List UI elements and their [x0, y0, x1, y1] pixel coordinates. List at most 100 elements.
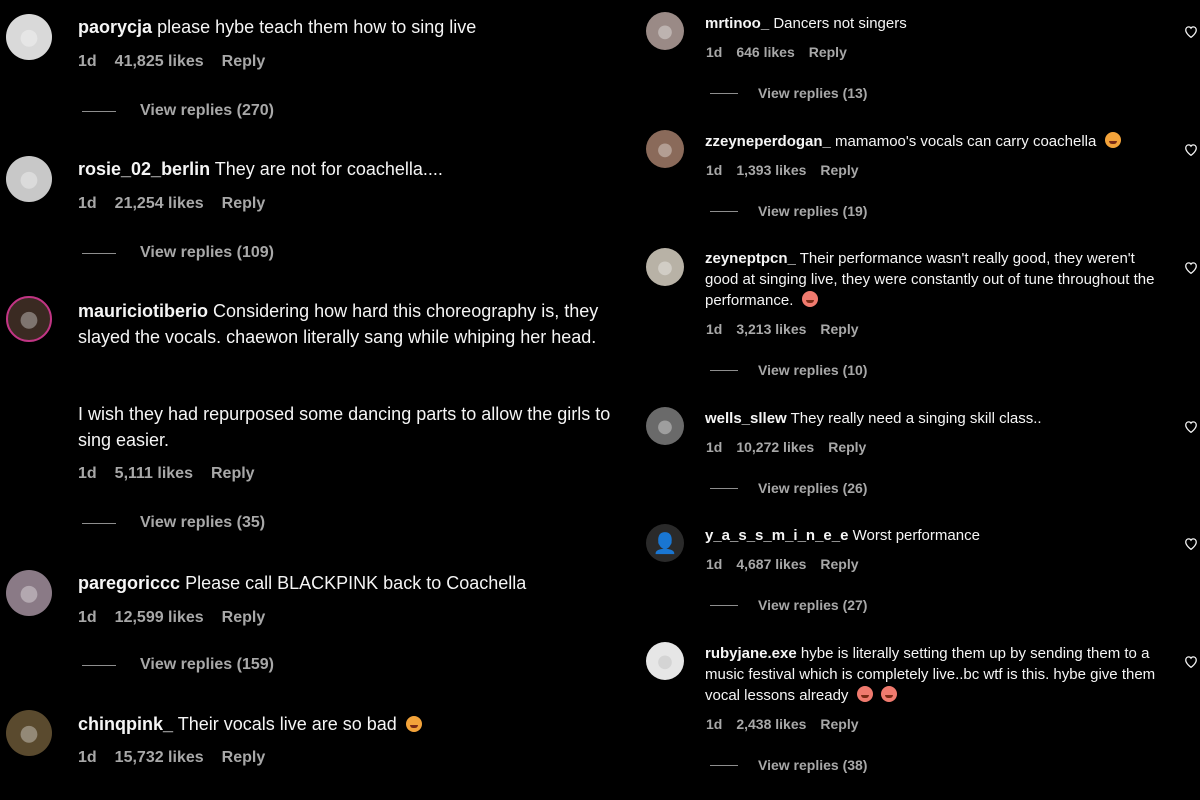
reply-button[interactable]: Reply: [820, 556, 858, 572]
view-replies-button[interactable]: View replies (13): [710, 85, 867, 101]
smiling-emoji-icon: [1104, 132, 1121, 148]
comment-username[interactable]: chinqpink_: [78, 714, 173, 734]
comment-username[interactable]: mauriciotiberio: [78, 301, 208, 321]
comment-username[interactable]: rosie_02_berlin: [78, 159, 210, 179]
user-icon: ●: [657, 650, 673, 672]
comment-meta: 1d 12,599 likes Reply: [78, 609, 265, 627]
avatar[interactable]: ●: [646, 12, 684, 50]
reply-button[interactable]: Reply: [820, 162, 858, 178]
comment-body: zzeyneperdogan_ mamamoo's vocals can car…: [705, 131, 1165, 152]
comment-likes[interactable]: 21,254 likes: [115, 195, 204, 213]
comment-text-paragraph: I wish they had repurposed some dancing …: [78, 404, 611, 450]
like-heart-icon[interactable]: [1182, 417, 1200, 435]
view-replies-button[interactable]: View replies (35): [82, 514, 265, 532]
reply-button[interactable]: Reply: [828, 439, 866, 455]
comment-meta: 1d 41,825 likes Reply: [78, 53, 265, 71]
comment-username[interactable]: mrtinoo_: [705, 15, 769, 32]
comment-body: rubyjane.exe hybe is literally setting t…: [705, 643, 1165, 706]
comment-meta: 1d 15,732 likes Reply: [78, 749, 265, 767]
crying-emoji-icon: [801, 291, 818, 307]
comment-time: 1d: [78, 609, 97, 626]
view-replies-label: View replies (13): [758, 85, 868, 101]
comment-likes[interactable]: 15,732 likes: [115, 749, 204, 767]
view-replies-button[interactable]: View replies (19): [710, 203, 867, 219]
user-icon: ●: [19, 166, 39, 192]
comment-body: y_a_s_s_m_i_n_e_e Worst performance: [705, 525, 1165, 546]
view-replies-button[interactable]: View replies (27): [710, 597, 867, 613]
avatar[interactable]: ●: [646, 248, 684, 286]
comment-likes[interactable]: 646 likes: [736, 44, 794, 60]
comment-time: 1d: [706, 162, 723, 178]
view-replies-label: View replies (38): [758, 757, 868, 773]
replies-divider: [710, 92, 738, 94]
comment-username[interactable]: zeyneptpcn_: [705, 250, 796, 267]
default-profile-icon: 👤: [652, 531, 678, 555]
comment-likes[interactable]: 2,438 likes: [736, 716, 806, 732]
comment-body: mauriciotiberio Considering how hard thi…: [78, 298, 618, 350]
avatar[interactable]: 👤: [646, 524, 684, 562]
comment-username[interactable]: wells_sllew: [705, 410, 787, 427]
like-heart-icon[interactable]: [1182, 652, 1200, 670]
comment-likes[interactable]: 5,111 likes: [115, 465, 193, 483]
view-replies-button[interactable]: View replies (10): [710, 362, 867, 378]
avatar[interactable]: ●: [6, 570, 52, 616]
comment-text: mamamoo's vocals can carry coachella: [835, 133, 1097, 150]
comment-text: Worst performance: [852, 527, 980, 544]
comment-likes[interactable]: 1,393 likes: [736, 162, 806, 178]
comment-likes[interactable]: 12,599 likes: [115, 609, 204, 627]
comment-meta: 1d 5,111 likes Reply: [78, 465, 255, 483]
view-replies-button[interactable]: View replies (26): [710, 480, 867, 496]
like-heart-icon[interactable]: [1182, 22, 1200, 40]
comment-time: 1d: [78, 749, 97, 766]
comment-username[interactable]: y_a_s_s_m_i_n_e_e: [705, 527, 848, 544]
like-heart-icon[interactable]: [1182, 140, 1200, 158]
reply-button[interactable]: Reply: [820, 321, 858, 337]
reply-button[interactable]: Reply: [820, 716, 858, 732]
like-heart-icon[interactable]: [1182, 534, 1200, 552]
comment-text: They really need a singing skill class..: [790, 410, 1042, 427]
comment-time: 1d: [78, 465, 97, 482]
view-replies-button[interactable]: View replies (159): [82, 656, 274, 674]
crying-emoji-icon: [880, 686, 897, 702]
avatar[interactable]: ●: [6, 14, 52, 60]
user-icon: ●: [657, 415, 673, 437]
like-heart-icon[interactable]: [1182, 258, 1200, 276]
reply-button[interactable]: Reply: [222, 195, 266, 213]
comment-body: rosie_02_berlin They are not for coachel…: [78, 156, 618, 182]
comment-username[interactable]: paorycja: [78, 17, 152, 37]
comment-likes[interactable]: 41,825 likes: [115, 53, 204, 71]
reply-button[interactable]: Reply: [222, 749, 266, 767]
avatar[interactable]: ●: [646, 130, 684, 168]
comment-meta: 1d 4,687 likes Reply: [706, 556, 859, 572]
comment-likes[interactable]: 10,272 likes: [736, 439, 814, 455]
crying-emoji-icon: [856, 686, 873, 702]
reply-button[interactable]: Reply: [211, 465, 255, 483]
user-icon: ●: [657, 138, 673, 160]
view-replies-button[interactable]: View replies (109): [82, 244, 274, 262]
reply-button[interactable]: Reply: [222, 609, 266, 627]
comment-time: 1d: [706, 716, 723, 732]
view-replies-button[interactable]: View replies (38): [710, 757, 867, 773]
view-replies-label: View replies (270): [140, 102, 274, 119]
comment-likes[interactable]: 4,687 likes: [736, 556, 806, 572]
avatar[interactable]: ●: [646, 642, 684, 680]
comment-body: paorycja please hybe teach them how to s…: [78, 14, 618, 40]
comment-text: Their vocals live are so bad: [177, 714, 397, 734]
left-comment-column: ● paorycja please hybe teach them how to…: [0, 0, 620, 800]
user-icon: ●: [19, 720, 39, 746]
view-replies-button[interactable]: View replies (270): [82, 102, 274, 120]
comment-username[interactable]: zzeyneperdogan_: [705, 133, 831, 150]
avatar[interactable]: ●: [6, 296, 52, 342]
comment-username[interactable]: paregoriccc: [78, 573, 180, 593]
avatar[interactable]: ●: [646, 407, 684, 445]
comment-meta: 1d 646 likes Reply: [706, 44, 847, 60]
comment-username[interactable]: rubyjane.exe: [705, 645, 797, 662]
avatar[interactable]: ●: [6, 710, 52, 756]
comment-meta: 1d 2,438 likes Reply: [706, 716, 859, 732]
avatar[interactable]: ●: [6, 156, 52, 202]
comment-text: please hybe teach them how to sing live: [157, 17, 477, 37]
reply-button[interactable]: Reply: [222, 53, 266, 71]
comment-likes[interactable]: 3,213 likes: [736, 321, 806, 337]
comment-time: 1d: [706, 556, 723, 572]
reply-button[interactable]: Reply: [809, 44, 847, 60]
